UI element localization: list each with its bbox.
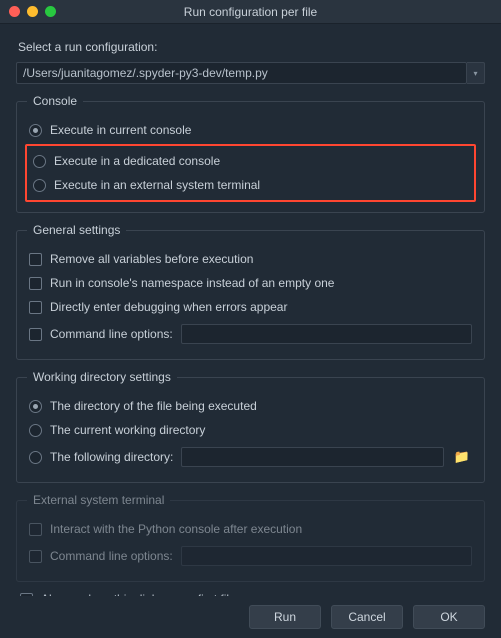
radio-icon[interactable] xyxy=(29,451,42,464)
general-remove-vars[interactable]: Remove all variables before execution xyxy=(27,247,474,271)
cancel-button[interactable]: Cancel xyxy=(331,605,403,629)
opt-label: Execute in an external system terminal xyxy=(54,178,260,192)
opt-label: Command line options: xyxy=(50,549,173,563)
opt-label: Execute in a dedicated console xyxy=(54,154,220,168)
general-cli-input[interactable] xyxy=(181,324,472,344)
workdir-following-input[interactable] xyxy=(181,447,443,467)
general-debug[interactable]: Directly enter debugging when errors app… xyxy=(27,295,474,319)
run-button[interactable]: Run xyxy=(249,605,321,629)
opt-label: Run in console's namespace instead of an… xyxy=(50,276,334,290)
opt-label: The following directory: xyxy=(50,450,173,464)
radio-icon xyxy=(33,155,46,168)
radio-icon xyxy=(29,400,42,413)
workdir-group: Working directory settings The directory… xyxy=(16,370,485,483)
select-config-label: Select a run configuration: xyxy=(18,40,485,54)
external-legend: External system terminal xyxy=(27,493,170,507)
titlebar: Run configuration per file xyxy=(0,0,501,24)
radio-icon xyxy=(29,124,42,137)
console-group: Console Execute in current console Execu… xyxy=(16,94,485,213)
workdir-following-row: The following directory: 📁 xyxy=(27,442,474,472)
opt-label: The directory of the file being executed xyxy=(50,399,257,413)
workdir-cwd[interactable]: The current working directory xyxy=(27,418,474,442)
radio-icon xyxy=(29,424,42,437)
general-cli-row: Command line options: xyxy=(27,319,474,349)
radio-icon xyxy=(33,179,46,192)
chevron-down-icon: ▾ xyxy=(473,69,477,78)
general-group: General settings Remove all variables be… xyxy=(16,223,485,360)
checkbox-icon xyxy=(29,550,42,563)
external-cli-input xyxy=(181,546,472,566)
external-interact: Interact with the Python console after e… xyxy=(27,517,474,541)
console-opt-dedicated[interactable]: Execute in a dedicated console xyxy=(31,149,470,173)
checkbox-icon[interactable] xyxy=(29,328,42,341)
config-path-row: /Users/juanitagomez/.spyder-py3-dev/temp… xyxy=(16,62,485,84)
general-legend: General settings xyxy=(27,223,126,237)
dialog-content: Select a run configuration: /Users/juani… xyxy=(0,24,501,606)
workdir-legend: Working directory settings xyxy=(27,370,177,384)
opt-label: Execute in current console xyxy=(50,123,191,137)
opt-label: Command line options: xyxy=(50,327,173,341)
checkbox-icon xyxy=(29,523,42,536)
folder-icon[interactable]: 📁 xyxy=(452,449,472,465)
checkbox-icon xyxy=(29,301,42,314)
ok-button[interactable]: OK xyxy=(413,605,485,629)
external-group: External system terminal Interact with t… xyxy=(16,493,485,582)
general-namespace[interactable]: Run in console's namespace instead of an… xyxy=(27,271,474,295)
opt-label: Remove all variables before execution xyxy=(50,252,253,266)
highlighted-options: Execute in a dedicated console Execute i… xyxy=(25,144,476,202)
external-cli-row: Command line options: xyxy=(27,541,474,571)
console-opt-current[interactable]: Execute in current console xyxy=(27,118,474,142)
opt-label: Interact with the Python console after e… xyxy=(50,522,302,536)
console-opt-external[interactable]: Execute in an external system terminal xyxy=(31,173,470,197)
workdir-file-dir[interactable]: The directory of the file being executed xyxy=(27,394,474,418)
window-title: Run configuration per file xyxy=(0,5,501,19)
console-legend: Console xyxy=(27,94,83,108)
button-bar: Run Cancel OK xyxy=(0,596,501,638)
opt-label: Directly enter debugging when errors app… xyxy=(50,300,287,314)
checkbox-icon xyxy=(29,253,42,266)
config-path-dropdown[interactable]: ▾ xyxy=(467,62,485,84)
checkbox-icon xyxy=(29,277,42,290)
config-path-field[interactable]: /Users/juanitagomez/.spyder-py3-dev/temp… xyxy=(16,62,467,84)
opt-label: The current working directory xyxy=(50,423,205,437)
